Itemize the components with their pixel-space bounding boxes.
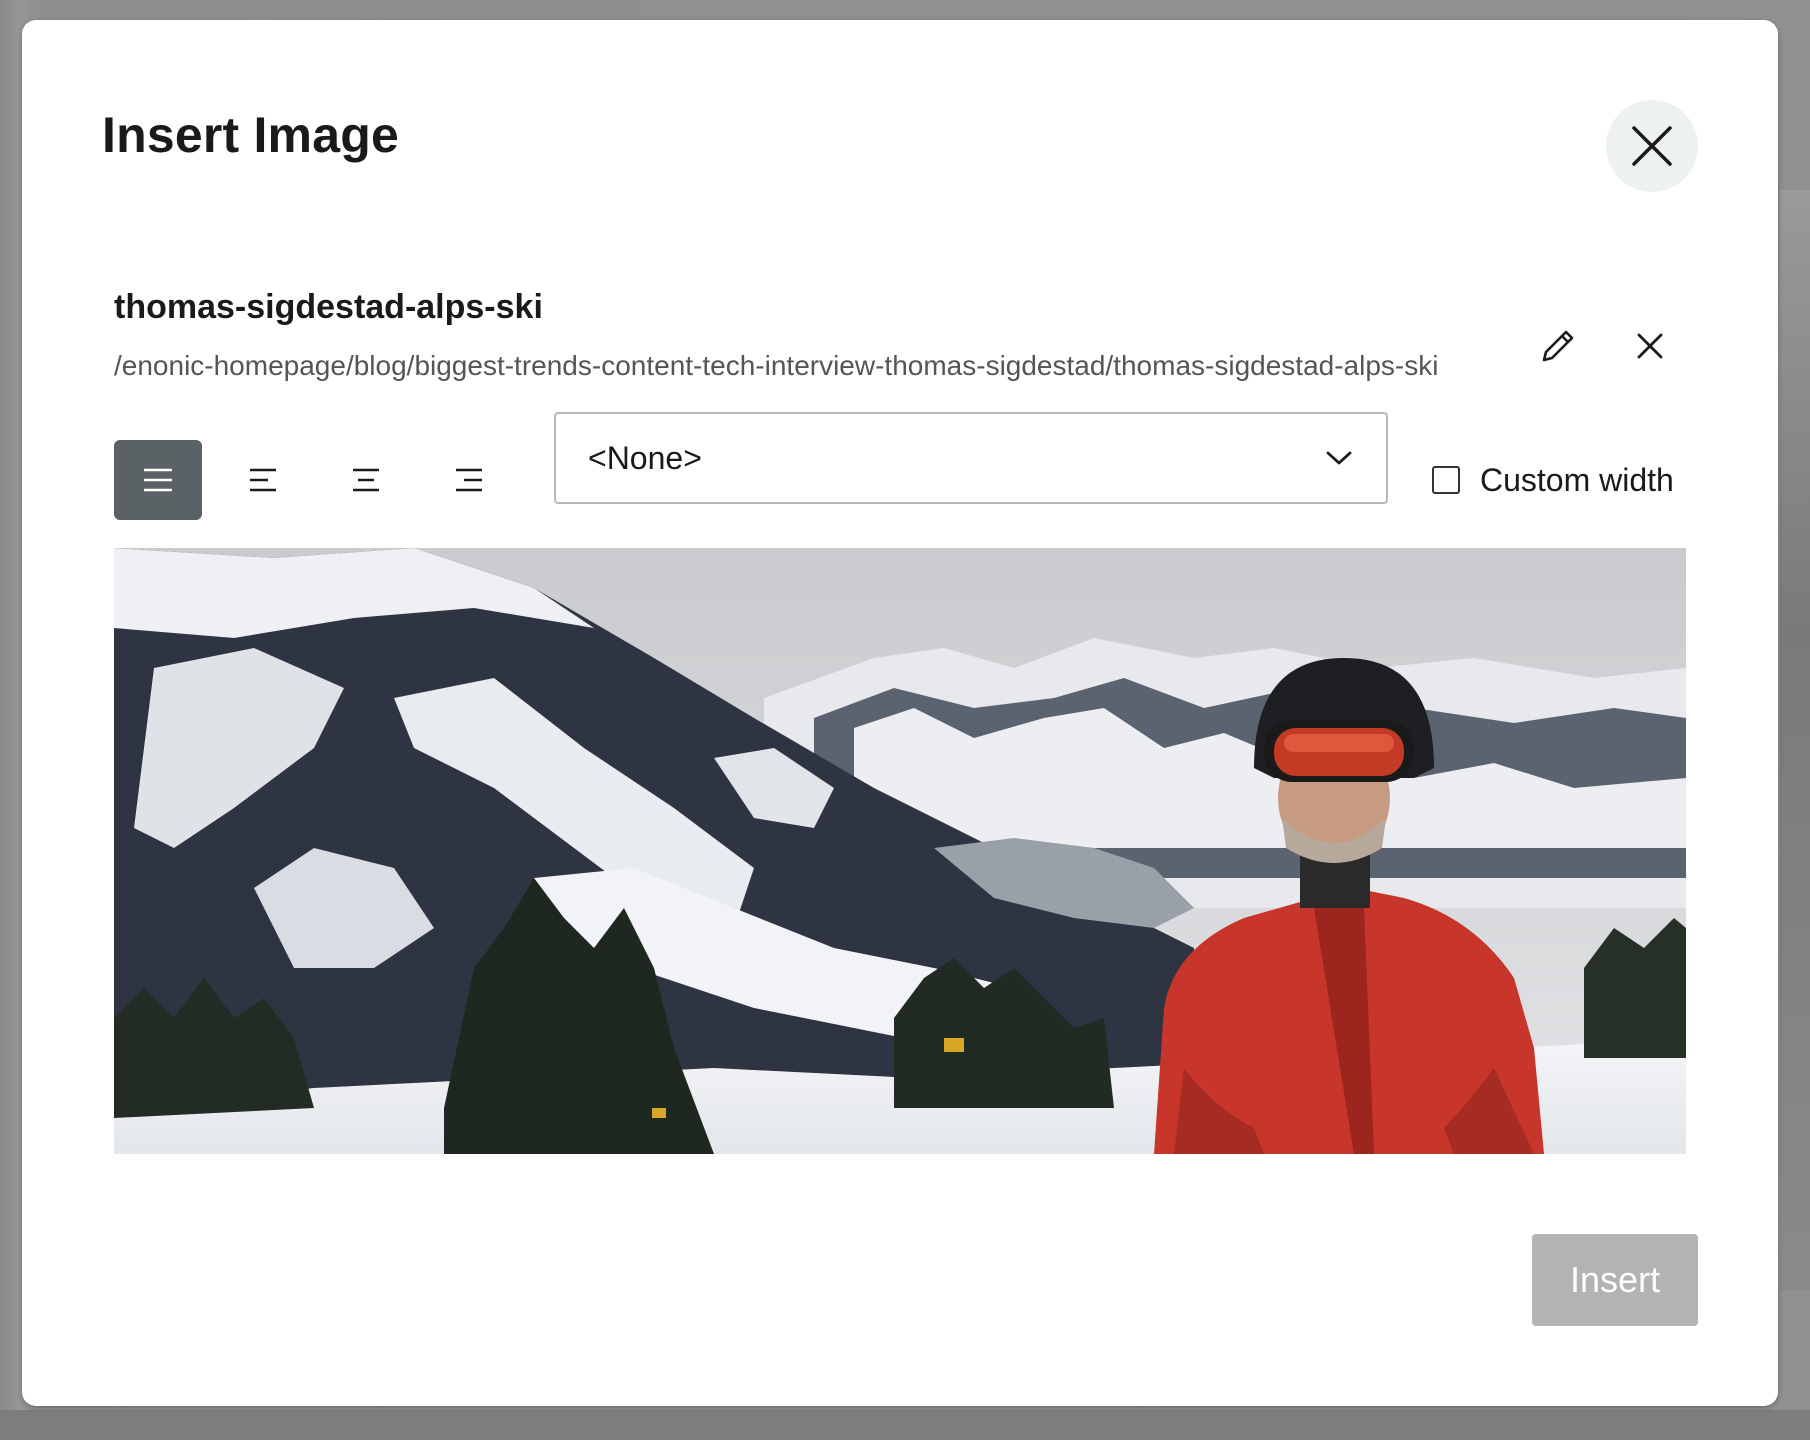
align-left-button[interactable] [218, 440, 306, 520]
close-icon [1632, 126, 1672, 166]
image-preview [114, 548, 1686, 1154]
align-justify-icon [144, 468, 172, 492]
image-style-value: <None> [588, 439, 702, 476]
backdrop-edge [1780, 190, 1810, 1290]
chevron-down-icon [1326, 451, 1352, 465]
pencil-icon [1542, 330, 1574, 362]
close-icon [1637, 333, 1663, 359]
align-center-button[interactable] [322, 440, 410, 520]
image-name: thomas-sigdestad-alps-ski [114, 288, 543, 326]
align-right-icon [456, 468, 482, 492]
align-justify-button[interactable] [114, 440, 202, 520]
insert-image-dialog: Insert Image thomas-sigdestad-alps-ski /… [22, 20, 1778, 1406]
align-center-icon [353, 468, 379, 492]
backdrop-footer [0, 1410, 1810, 1440]
align-right-button[interactable] [426, 440, 514, 520]
align-left-icon [250, 468, 276, 492]
remove-image-button[interactable] [1620, 316, 1680, 376]
edit-image-button[interactable] [1528, 316, 1588, 376]
image-style-dropdown[interactable]: <None> [554, 412, 1388, 504]
image-path: /enonic-homepage/blog/biggest-trends-con… [114, 350, 1439, 381]
custom-width-label: Custom width [1480, 461, 1674, 498]
dialog-title: Insert Image [102, 107, 399, 163]
insert-button[interactable]: Insert [1532, 1234, 1698, 1326]
alps-ski-photo [114, 548, 1686, 1154]
custom-width-checkbox[interactable] [1432, 466, 1460, 494]
custom-width-toggle[interactable]: Custom width [1432, 440, 1674, 520]
close-dialog-button[interactable] [1606, 100, 1698, 192]
